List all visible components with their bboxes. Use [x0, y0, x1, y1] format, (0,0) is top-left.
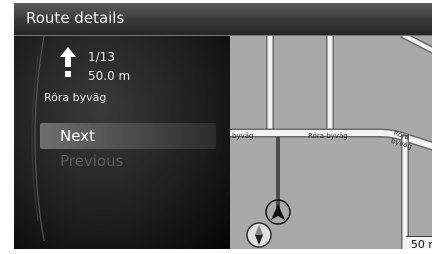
vehicle-position-icon	[265, 199, 291, 225]
navigation-screen: Route details 1/13 50.0 m Röra byväg Nex…	[14, 3, 432, 249]
current-street-name: Röra byväg	[44, 91, 107, 104]
step-distance: 50.0 m	[88, 69, 131, 83]
next-button-label: Next	[60, 127, 95, 145]
straight-arrow-icon	[60, 47, 76, 77]
scale-label: 50 m	[410, 238, 432, 249]
route-step-count: 1/13	[88, 50, 115, 64]
route-details-panel: 1/13 50.0 m Röra byväg Next Previous	[14, 36, 230, 249]
compass-icon	[246, 222, 272, 248]
title-bar: Route details	[14, 3, 432, 36]
map-view[interactable]: byväg Röra byväg Röra byväg 50 m	[230, 36, 432, 249]
page-title: Route details	[26, 9, 125, 27]
map-overlay	[246, 199, 291, 248]
next-button[interactable]: Next	[40, 123, 216, 149]
map-scale: 50 m	[406, 236, 432, 249]
previous-button[interactable]: Previous	[60, 152, 123, 170]
